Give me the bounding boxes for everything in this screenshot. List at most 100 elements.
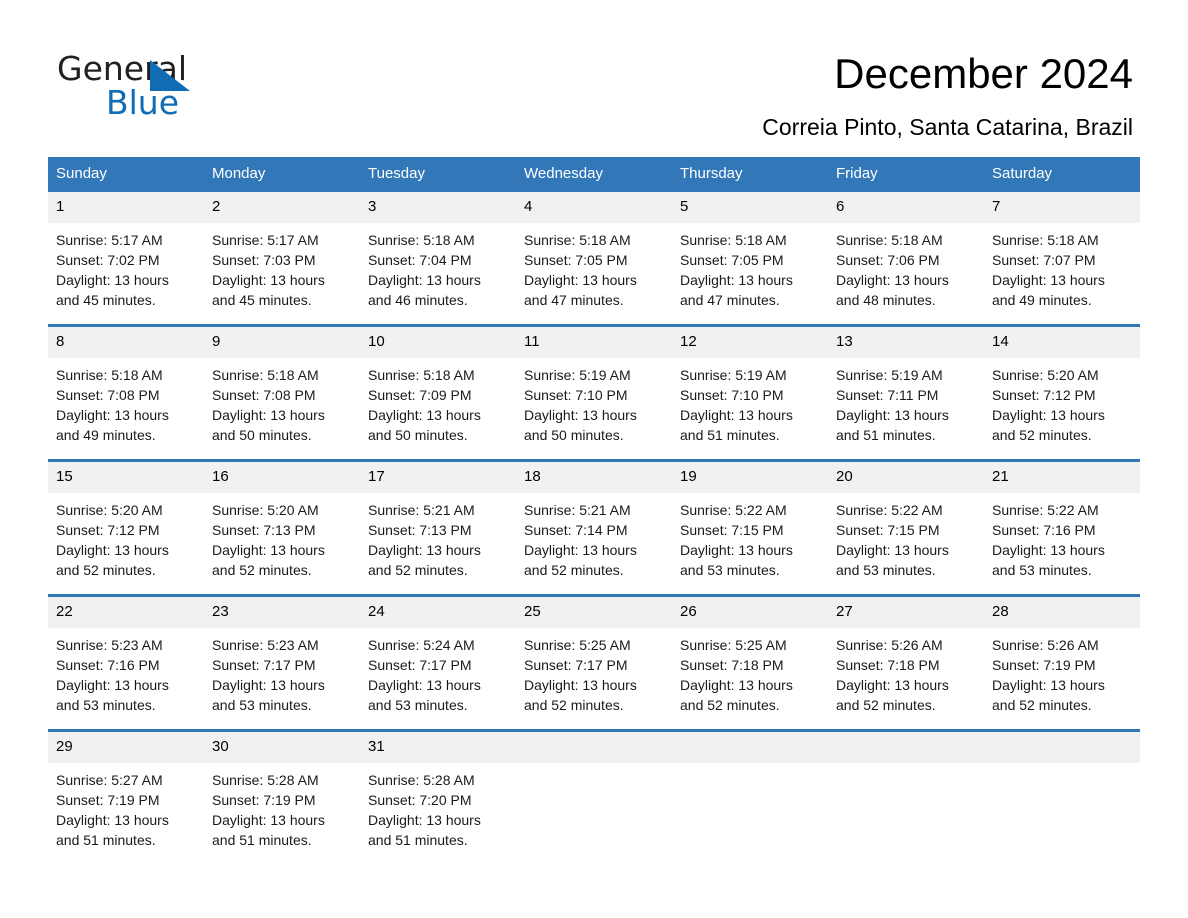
sunrise-text: Sunrise: 5:17 AM xyxy=(212,232,319,248)
day-number: 25 xyxy=(516,597,672,628)
day-cell[interactable]: 31 Sunrise: 5:28 AM Sunset: 7:20 PM Dayl… xyxy=(360,732,516,850)
day-number: 22 xyxy=(48,597,204,628)
daylight-text-line2: and 50 minutes. xyxy=(368,427,468,443)
day-cell[interactable]: 18 Sunrise: 5:21 AM Sunset: 7:14 PM Dayl… xyxy=(516,462,672,580)
day-cell[interactable]: 15 Sunrise: 5:20 AM Sunset: 7:12 PM Dayl… xyxy=(48,462,204,580)
daylight-text-line1: Daylight: 13 hours xyxy=(836,677,949,693)
day-number: 9 xyxy=(204,327,360,358)
sunset-text: Sunset: 7:18 PM xyxy=(680,657,784,673)
day-cell[interactable]: 1 Sunrise: 5:17 AM Sunset: 7:02 PM Dayli… xyxy=(48,192,204,310)
day-details: Sunrise: 5:18 AM Sunset: 7:08 PM Dayligh… xyxy=(48,358,204,445)
sunset-text: Sunset: 7:09 PM xyxy=(368,387,472,403)
day-number: 8 xyxy=(48,327,204,358)
sunset-text: Sunset: 7:04 PM xyxy=(368,252,472,268)
day-cell[interactable]: 13 Sunrise: 5:19 AM Sunset: 7:11 PM Dayl… xyxy=(828,327,984,445)
day-cell[interactable]: 24 Sunrise: 5:24 AM Sunset: 7:17 PM Dayl… xyxy=(360,597,516,715)
sunset-text: Sunset: 7:20 PM xyxy=(368,792,472,808)
day-details: Sunrise: 5:20 AM Sunset: 7:12 PM Dayligh… xyxy=(48,493,204,580)
day-cell[interactable]: 4 Sunrise: 5:18 AM Sunset: 7:05 PM Dayli… xyxy=(516,192,672,310)
sunset-text: Sunset: 7:15 PM xyxy=(680,522,784,538)
day-details: Sunrise: 5:22 AM Sunset: 7:16 PM Dayligh… xyxy=(984,493,1140,580)
day-details: Sunrise: 5:20 AM Sunset: 7:13 PM Dayligh… xyxy=(204,493,360,580)
sunset-text: Sunset: 7:12 PM xyxy=(56,522,160,538)
day-cell[interactable]: 22 Sunrise: 5:23 AM Sunset: 7:16 PM Dayl… xyxy=(48,597,204,715)
day-cell[interactable]: 11 Sunrise: 5:19 AM Sunset: 7:10 PM Dayl… xyxy=(516,327,672,445)
day-number: 3 xyxy=(360,192,516,223)
day-number xyxy=(672,732,828,763)
daylight-text-line1: Daylight: 13 hours xyxy=(56,407,169,423)
day-details: Sunrise: 5:19 AM Sunset: 7:10 PM Dayligh… xyxy=(516,358,672,445)
sunrise-text: Sunrise: 5:22 AM xyxy=(992,502,1099,518)
day-number: 14 xyxy=(984,327,1140,358)
week-row: 29 Sunrise: 5:27 AM Sunset: 7:19 PM Dayl… xyxy=(48,729,1140,850)
daylight-text-line2: and 53 minutes. xyxy=(212,697,312,713)
day-cell[interactable]: 8 Sunrise: 5:18 AM Sunset: 7:08 PM Dayli… xyxy=(48,327,204,445)
day-number: 24 xyxy=(360,597,516,628)
sunrise-text: Sunrise: 5:18 AM xyxy=(836,232,943,248)
day-cell[interactable]: 6 Sunrise: 5:18 AM Sunset: 7:06 PM Dayli… xyxy=(828,192,984,310)
day-cell[interactable]: 26 Sunrise: 5:25 AM Sunset: 7:18 PM Dayl… xyxy=(672,597,828,715)
calendar-grid: Sunday Monday Tuesday Wednesday Thursday… xyxy=(48,157,1140,850)
day-cell[interactable]: 12 Sunrise: 5:19 AM Sunset: 7:10 PM Dayl… xyxy=(672,327,828,445)
day-details: Sunrise: 5:18 AM Sunset: 7:05 PM Dayligh… xyxy=(516,223,672,310)
week-row: 1 Sunrise: 5:17 AM Sunset: 7:02 PM Dayli… xyxy=(48,192,1140,310)
day-details: Sunrise: 5:18 AM Sunset: 7:05 PM Dayligh… xyxy=(672,223,828,310)
day-details xyxy=(828,763,984,770)
day-cell[interactable]: 17 Sunrise: 5:21 AM Sunset: 7:13 PM Dayl… xyxy=(360,462,516,580)
day-cell[interactable]: 5 Sunrise: 5:18 AM Sunset: 7:05 PM Dayli… xyxy=(672,192,828,310)
day-number: 30 xyxy=(204,732,360,763)
day-details xyxy=(516,763,672,770)
day-details: Sunrise: 5:28 AM Sunset: 7:20 PM Dayligh… xyxy=(360,763,516,850)
week-row: 8 Sunrise: 5:18 AM Sunset: 7:08 PM Dayli… xyxy=(48,324,1140,445)
sunrise-text: Sunrise: 5:18 AM xyxy=(524,232,631,248)
day-cell[interactable]: 2 Sunrise: 5:17 AM Sunset: 7:03 PM Dayli… xyxy=(204,192,360,310)
day-number xyxy=(516,732,672,763)
day-cell[interactable]: 7 Sunrise: 5:18 AM Sunset: 7:07 PM Dayli… xyxy=(984,192,1140,310)
day-number: 10 xyxy=(360,327,516,358)
day-cell[interactable]: 20 Sunrise: 5:22 AM Sunset: 7:15 PM Dayl… xyxy=(828,462,984,580)
daylight-text-line2: and 53 minutes. xyxy=(680,562,780,578)
sunrise-text: Sunrise: 5:28 AM xyxy=(212,772,319,788)
day-cell-empty xyxy=(516,732,672,850)
day-number: 4 xyxy=(516,192,672,223)
weekday-header-row: Sunday Monday Tuesday Wednesday Thursday… xyxy=(48,157,1140,192)
daylight-text-line1: Daylight: 13 hours xyxy=(212,272,325,288)
daylight-text-line1: Daylight: 13 hours xyxy=(212,542,325,558)
daylight-text-line1: Daylight: 13 hours xyxy=(212,812,325,828)
day-cell[interactable]: 21 Sunrise: 5:22 AM Sunset: 7:16 PM Dayl… xyxy=(984,462,1140,580)
sunrise-text: Sunrise: 5:21 AM xyxy=(368,502,475,518)
day-cell[interactable]: 3 Sunrise: 5:18 AM Sunset: 7:04 PM Dayli… xyxy=(360,192,516,310)
daylight-text-line1: Daylight: 13 hours xyxy=(992,677,1105,693)
day-cell[interactable]: 19 Sunrise: 5:22 AM Sunset: 7:15 PM Dayl… xyxy=(672,462,828,580)
sunrise-text: Sunrise: 5:26 AM xyxy=(992,637,1099,653)
day-cell[interactable]: 9 Sunrise: 5:18 AM Sunset: 7:08 PM Dayli… xyxy=(204,327,360,445)
day-cell[interactable]: 29 Sunrise: 5:27 AM Sunset: 7:19 PM Dayl… xyxy=(48,732,204,850)
daylight-text-line2: and 51 minutes. xyxy=(212,832,312,848)
daylight-text-line1: Daylight: 13 hours xyxy=(524,272,637,288)
daylight-text-line1: Daylight: 13 hours xyxy=(992,542,1105,558)
daylight-text-line1: Daylight: 13 hours xyxy=(368,272,481,288)
sunset-text: Sunset: 7:18 PM xyxy=(836,657,940,673)
daylight-text-line1: Daylight: 13 hours xyxy=(56,677,169,693)
day-cell[interactable]: 25 Sunrise: 5:25 AM Sunset: 7:17 PM Dayl… xyxy=(516,597,672,715)
day-number: 31 xyxy=(360,732,516,763)
day-cell[interactable]: 16 Sunrise: 5:20 AM Sunset: 7:13 PM Dayl… xyxy=(204,462,360,580)
day-cell[interactable]: 27 Sunrise: 5:26 AM Sunset: 7:18 PM Dayl… xyxy=(828,597,984,715)
sunrise-text: Sunrise: 5:28 AM xyxy=(368,772,475,788)
day-cell-empty xyxy=(672,732,828,850)
day-cell[interactable]: 14 Sunrise: 5:20 AM Sunset: 7:12 PM Dayl… xyxy=(984,327,1140,445)
sunset-text: Sunset: 7:16 PM xyxy=(992,522,1096,538)
day-details: Sunrise: 5:24 AM Sunset: 7:17 PM Dayligh… xyxy=(360,628,516,715)
daylight-text-line1: Daylight: 13 hours xyxy=(368,407,481,423)
day-cell[interactable]: 30 Sunrise: 5:28 AM Sunset: 7:19 PM Dayl… xyxy=(204,732,360,850)
day-cell[interactable]: 28 Sunrise: 5:26 AM Sunset: 7:19 PM Dayl… xyxy=(984,597,1140,715)
day-number: 27 xyxy=(828,597,984,628)
sunrise-text: Sunrise: 5:23 AM xyxy=(56,637,163,653)
daylight-text-line2: and 52 minutes. xyxy=(836,697,936,713)
daylight-text-line1: Daylight: 13 hours xyxy=(524,407,637,423)
day-cell-empty xyxy=(984,732,1140,850)
day-cell[interactable]: 23 Sunrise: 5:23 AM Sunset: 7:17 PM Dayl… xyxy=(204,597,360,715)
day-cell[interactable]: 10 Sunrise: 5:18 AM Sunset: 7:09 PM Dayl… xyxy=(360,327,516,445)
sunset-text: Sunset: 7:15 PM xyxy=(836,522,940,538)
sunset-text: Sunset: 7:02 PM xyxy=(56,252,160,268)
